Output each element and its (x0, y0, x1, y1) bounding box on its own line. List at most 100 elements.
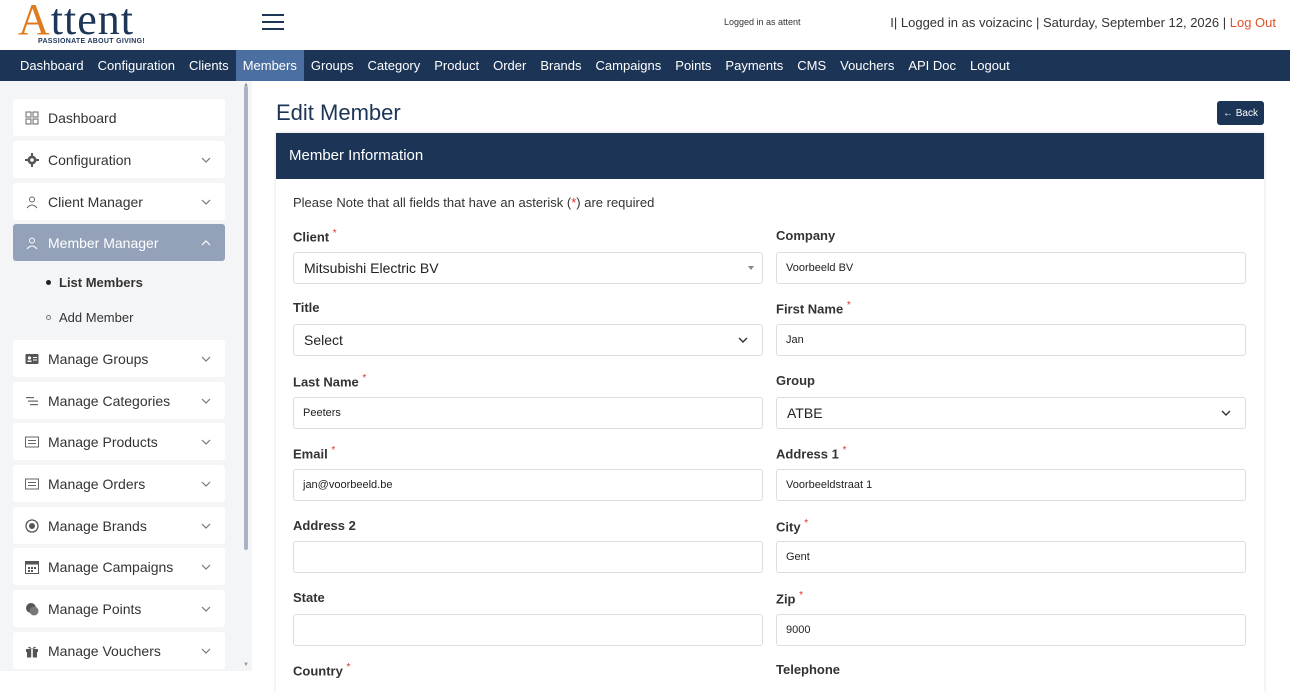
chevron-down-icon (201, 439, 211, 445)
sidebar-item-manage-products[interactable]: Manage Products (13, 423, 225, 460)
nav-points[interactable]: Points (668, 50, 718, 81)
sidebar-subitem-list-members[interactable]: List Members (46, 275, 143, 290)
scroll-down-arrow-icon[interactable]: ▼ (243, 662, 249, 668)
nav-dashboard[interactable]: Dashboard (13, 50, 91, 81)
nav-members[interactable]: Members (235, 50, 304, 81)
city-value: Gent (786, 551, 810, 563)
nav-category[interactable]: Category (361, 50, 428, 81)
sidebar-item-manage-vouchers[interactable]: Manage Vouchers (13, 632, 225, 669)
company-field[interactable]: Voorbeeld BV (776, 252, 1246, 284)
nav-payments[interactable]: Payments (718, 50, 790, 81)
user-status: I| Logged in as voizacinc | Saturday, Se… (890, 15, 1276, 30)
bullet-icon (46, 280, 51, 285)
sidebar-subitem-add-member[interactable]: Add Member (46, 310, 133, 325)
client-label: Client * (293, 228, 337, 245)
sidebar-item-manage-categories[interactable]: Manage Categories (13, 382, 225, 419)
sidebar-scrollbar[interactable] (244, 86, 248, 550)
note-suffix: ) are required (576, 195, 655, 210)
zip-field[interactable]: 9000 (776, 614, 1246, 646)
subitem-label: List Members (59, 275, 143, 290)
arrow-left-icon: ← (1222, 107, 1236, 119)
address1-value: Voorbeeldstraat 1 (786, 479, 873, 491)
header: Attent PASSIONATE ABOUT GIVING! Logged i… (0, 0, 1290, 50)
back-button[interactable]: ← Back (1217, 101, 1264, 125)
sidebar-item-manage-campaigns[interactable]: Manage Campaigns (13, 548, 225, 585)
list-icon (26, 396, 38, 405)
chevron-down-icon (201, 648, 211, 654)
first-name-field[interactable]: Jan (776, 324, 1246, 356)
sidebar-item-manage-points[interactable]: Manage Points (13, 590, 225, 627)
sidebar-item-configuration[interactable]: Configuration (13, 141, 225, 178)
company-value: Voorbeeld BV (786, 262, 854, 274)
nav-logout[interactable]: Logout (963, 50, 1017, 81)
address2-label: Address 2 (293, 518, 356, 533)
chevron-down-icon (201, 606, 211, 612)
sidebar-item-dashboard[interactable]: Dashboard (13, 99, 225, 136)
gear-icon (25, 152, 39, 167)
sidebar-item-member-manager[interactable]: Member Manager (13, 224, 225, 261)
required-note: Please Note that all fields that have an… (293, 195, 654, 210)
logo[interactable]: Attent PASSIONATE ABOUT GIVING! (18, 0, 163, 48)
list-box-icon (25, 436, 39, 447)
user-icon (26, 196, 38, 208)
sidebar-item-label: Client Manager (48, 193, 143, 210)
sidebar-item-manage-brands[interactable]: Manage Brands (13, 507, 225, 544)
nav-brands[interactable]: Brands (533, 50, 588, 81)
user-icon (26, 237, 38, 249)
gift-icon (26, 646, 38, 657)
chevron-down-icon (738, 337, 748, 343)
telephone-label: Telephone (776, 662, 841, 677)
sidebar-item-label: Manage Products (48, 433, 158, 450)
calendar-icon (25, 560, 39, 574)
page-title: Edit Member (276, 100, 401, 125)
group-select[interactable]: ATBE (776, 397, 1246, 429)
nav-configuration[interactable]: Configuration (91, 50, 182, 81)
address2-field[interactable] (293, 541, 763, 573)
member-information-card: Member Information Please Note that all … (276, 133, 1264, 693)
sidebar-item-label: Manage Orders (48, 475, 146, 492)
first-name-label: First Name * (776, 300, 851, 317)
last-name-field[interactable]: Peeters (293, 397, 763, 429)
nav-api-doc[interactable]: API Doc (901, 50, 963, 81)
back-button-label: Back (1235, 107, 1258, 119)
chevron-down-icon (201, 199, 211, 205)
title-value: Select (304, 332, 343, 348)
state-field[interactable] (293, 614, 763, 646)
sidebar-item-label: Manage Campaigns (48, 558, 174, 575)
sidebar-item-label: Member Manager (48, 234, 159, 251)
sidebar-item-client-manager[interactable]: Client Manager (13, 183, 225, 220)
last-name-label: Last Name * (293, 373, 367, 390)
city-label: City * (776, 518, 809, 535)
title-select[interactable]: Select (293, 324, 763, 356)
first-name-value: Jan (786, 334, 804, 346)
nav-product[interactable]: Product (427, 50, 486, 81)
chevron-down-icon (1221, 410, 1231, 416)
hamburger-menu-icon[interactable] (262, 14, 284, 32)
last-name-value: Peeters (303, 407, 341, 419)
logout-link[interactable]: Log Out (1230, 15, 1276, 30)
client-select[interactable]: Mitsubishi Electric BV (293, 252, 763, 284)
city-field[interactable]: Gent (776, 541, 1246, 573)
sidebar-item-manage-groups[interactable]: Manage Groups (13, 340, 225, 377)
card-title: Member Information (276, 133, 1264, 179)
address1-field[interactable]: Voorbeeldstraat 1 (776, 469, 1246, 501)
target-icon (25, 518, 39, 533)
nav-campaigns[interactable]: Campaigns (589, 50, 669, 81)
chevron-down-icon (201, 564, 211, 570)
nav-groups[interactable]: Groups (304, 50, 361, 81)
chevron-down-icon (201, 523, 211, 529)
chevron-down-icon (201, 157, 211, 163)
nav-vouchers[interactable]: Vouchers (833, 50, 901, 81)
email-field[interactable]: jan@voorbeeld.be (293, 469, 763, 501)
nav-clients[interactable]: Clients (182, 50, 236, 81)
coins-icon (26, 602, 39, 615)
sidebar: Dashboard Configuration Client Manager M… (0, 81, 252, 671)
sidebar-item-label: Manage Brands (48, 517, 147, 534)
bullet-icon (46, 315, 51, 320)
nav-cms[interactable]: CMS (790, 50, 833, 81)
nav-order[interactable]: Order (486, 50, 533, 81)
group-label: Group (776, 373, 815, 388)
sidebar-item-manage-orders[interactable]: Manage Orders (13, 465, 225, 502)
state-label: State (293, 590, 325, 605)
zip-value: 9000 (786, 624, 811, 636)
